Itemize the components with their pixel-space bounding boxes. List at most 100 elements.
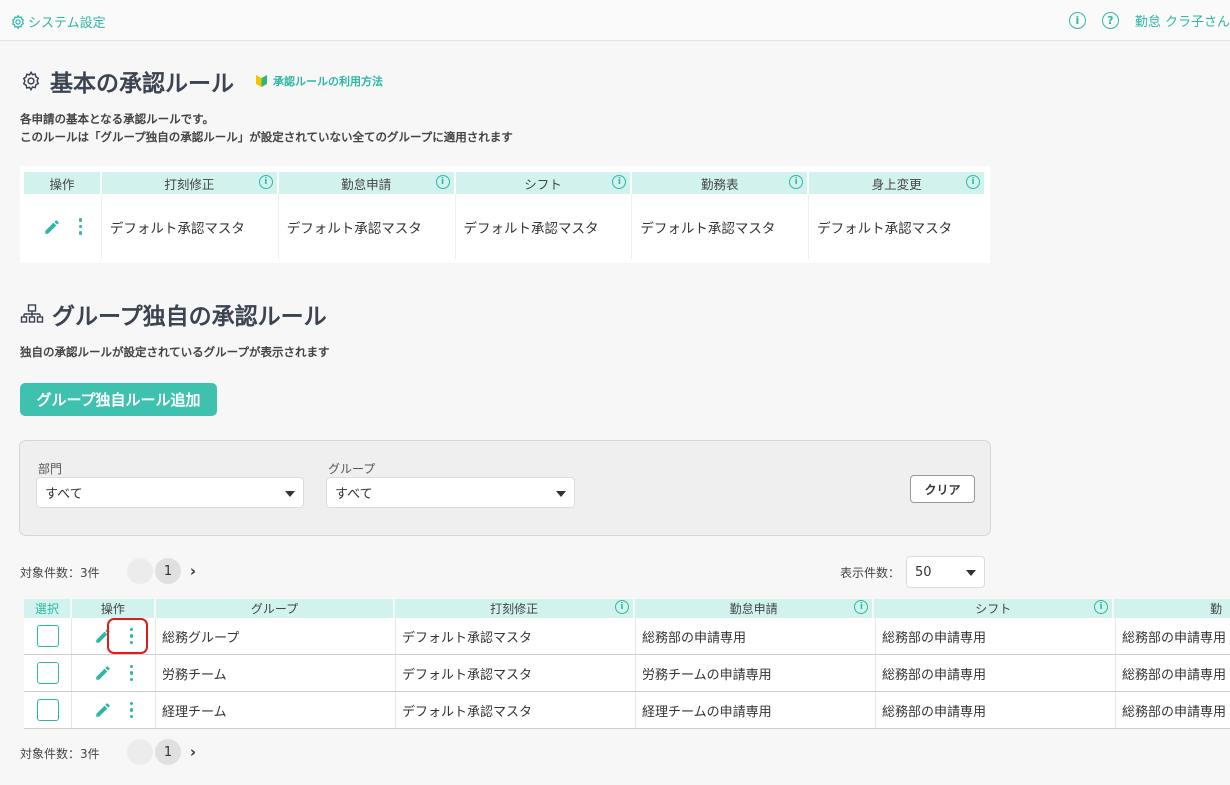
basic-rules-title: 基本の承認ルール	[50, 71, 234, 97]
highlight-annotation	[107, 618, 148, 654]
department-label: 部門	[38, 462, 63, 476]
attendance-cell: 経理チームの申請専用	[636, 692, 876, 728]
more-menu-icon[interactable]	[78, 218, 83, 235]
basic-table-header: 操作 打刻修正 i 勤怠申請 i シフト i 勤務表 i 身上変更 i	[24, 172, 986, 194]
actions-cell	[72, 655, 156, 691]
info-icon[interactable]: i	[965, 175, 980, 189]
org-chart-icon	[20, 304, 44, 323]
edit-pencil-icon[interactable]	[43, 218, 61, 236]
select-cell	[24, 655, 72, 691]
info-icon[interactable]: i	[789, 175, 804, 189]
basic-rules-heading: 基本の承認ルール 承認ルールの利用方法	[20, 64, 383, 98]
row-checkbox[interactable]	[36, 625, 59, 647]
group-rules-heading: グループ独自の承認ルール	[20, 297, 327, 331]
page-title: システム設定	[28, 16, 106, 31]
basic-table-row: デフォルト承認マスタ デフォルト承認マスタ デフォルト承認マスタ デフォルト承認…	[24, 194, 986, 259]
basic-desc-line1: 各申請の基本となる承認ルールです。	[20, 112, 215, 126]
info-icon[interactable]: i	[612, 175, 627, 189]
info-icon[interactable]: i	[1094, 600, 1109, 614]
help-icon[interactable]: ?	[1101, 12, 1119, 29]
chevron-down-icon	[966, 570, 976, 576]
per-page-value: 50	[915, 564, 932, 580]
prev-page-button[interactable]	[127, 739, 153, 765]
more-menu-icon[interactable]	[129, 701, 134, 719]
col-header-shift: シフト i	[874, 599, 1113, 618]
shift-cell: 総務部の申請専用	[876, 655, 1116, 691]
group-description: 独自の承認ルールが設定されているグループが表示されます	[20, 345, 330, 359]
basic-cell: デフォルト承認マスタ	[456, 194, 633, 259]
basic-rules-table: 操作 打刻修正 i 勤怠申請 i シフト i 勤務表 i 身上変更 i デフォルト承認マス…	[20, 166, 990, 263]
group-select-value: すべて	[335, 487, 373, 502]
clear-button[interactable]: クリア	[910, 475, 975, 503]
edit-pencil-icon[interactable]	[94, 664, 112, 682]
info-icon[interactable]: i	[1068, 12, 1086, 29]
group-select[interactable]: すべて	[326, 477, 575, 508]
pagination-bottom: 1 ›	[127, 739, 203, 765]
more-menu-icon[interactable]	[129, 664, 134, 682]
basic-cell: デフォルト承認マスタ	[632, 194, 810, 259]
punch-cell: デフォルト承認マスタ	[396, 655, 636, 691]
result-count-bottom: 対象件数：3件	[20, 747, 100, 761]
pagination: 1 ›	[127, 558, 203, 584]
group-cell: 労務チーム	[156, 655, 396, 691]
group-cell: 総務グループ	[156, 618, 396, 654]
prev-page-button[interactable]	[127, 558, 153, 584]
help-link[interactable]: 承認ルールの利用方法	[256, 73, 383, 89]
top-bar: システム設定 i ? 勤怠 クラ子さん	[0, 0, 1230, 41]
col-header-attendance: 勤怠申請 i	[634, 599, 873, 618]
row-checkbox[interactable]	[36, 662, 59, 684]
timesheet-cell: 総務部の申請専用	[1122, 630, 1227, 646]
system-settings-link[interactable]: システム設定	[10, 12, 106, 31]
info-icon[interactable]: i	[854, 600, 869, 614]
per-page-label: 表示件数：	[840, 566, 901, 580]
page-number[interactable]: 1	[155, 739, 181, 765]
col-header-select: 選択	[24, 599, 70, 618]
gear-icon	[11, 13, 25, 30]
beginner-mark-icon	[256, 75, 267, 87]
attendance-cell: 労務チームの申請専用	[636, 655, 876, 691]
user-name[interactable]: 勤怠 クラ子さん	[1135, 11, 1230, 30]
group-rules-title: グループ独自の承認ルール	[52, 304, 327, 330]
department-select[interactable]: すべて	[36, 477, 304, 508]
timesheet-cell: 総務部の申請専用	[1122, 667, 1227, 683]
row-checkbox[interactable]	[36, 699, 59, 721]
group-rules-table: 選択 操作 グループ 打刻修正 i 勤怠申請 i シフト i 勤 総務グループ デフォ…	[24, 599, 1230, 729]
per-page-select[interactable]: 50	[906, 556, 985, 588]
select-cell	[24, 618, 72, 654]
basic-cell: デフォルト承認マスタ	[279, 194, 456, 259]
add-group-rule-button[interactable]: グループ独自ルール追加	[20, 383, 217, 416]
info-icon[interactable]: i	[258, 175, 273, 189]
punch-cell: デフォルト承認マスタ	[396, 618, 636, 654]
actions-cell	[72, 692, 156, 728]
table-row[interactable]: 総務グループ デフォルト承認マスタ 総務部の申請専用 総務部の申請専用 総務部の…	[24, 618, 1230, 655]
next-page-icon[interactable]: ›	[183, 739, 203, 765]
col-header-timesheet: 勤務表 i	[632, 172, 808, 194]
table-row[interactable]: 労務チーム デフォルト承認マスタ 労務チームの申請専用 総務部の申請専用 総務部…	[24, 655, 1230, 692]
info-icon[interactable]: i	[435, 175, 450, 189]
col-header-actions: 操作	[24, 172, 100, 194]
group-label: グループ	[328, 462, 376, 476]
select-cell	[24, 692, 72, 728]
page-number[interactable]: 1	[155, 558, 181, 584]
info-icon[interactable]: i	[614, 600, 629, 614]
filter-panel: 部門 すべて グループ すべて クリア	[19, 440, 991, 536]
col-header-personal: 身上変更 i	[809, 172, 984, 194]
group-table-header: 選択 操作 グループ 打刻修正 i 勤怠申請 i シフト i 勤	[24, 599, 1230, 618]
basic-cell: デフォルト承認マスタ	[102, 194, 279, 259]
col-header-punch: 打刻修正 i	[101, 172, 277, 194]
group-cell: 経理チーム	[156, 692, 396, 728]
gear-icon	[22, 70, 40, 92]
edit-pencil-icon[interactable]	[94, 701, 112, 719]
col-header-group: グループ	[155, 599, 394, 618]
table-row[interactable]: 経理チーム デフォルト承認マスタ 経理チームの申請専用 総務部の申請専用 総務部…	[24, 692, 1230, 729]
help-link-text: 承認ルールの利用方法	[273, 75, 383, 88]
next-page-icon[interactable]: ›	[183, 558, 203, 584]
basic-description: 各申請の基本となる承認ルールです。 このルールは「グループ独自の承認ルール」が設…	[20, 110, 513, 146]
col-header-attendance: 勤怠申請 i	[278, 172, 454, 194]
result-count: 対象件数：3件	[20, 566, 100, 580]
actions-cell	[24, 194, 102, 259]
shift-cell: 総務部の申請専用	[876, 692, 1116, 728]
chevron-down-icon	[285, 491, 295, 497]
chevron-down-icon	[556, 491, 566, 497]
col-header-timesheet: 勤	[1114, 599, 1230, 618]
